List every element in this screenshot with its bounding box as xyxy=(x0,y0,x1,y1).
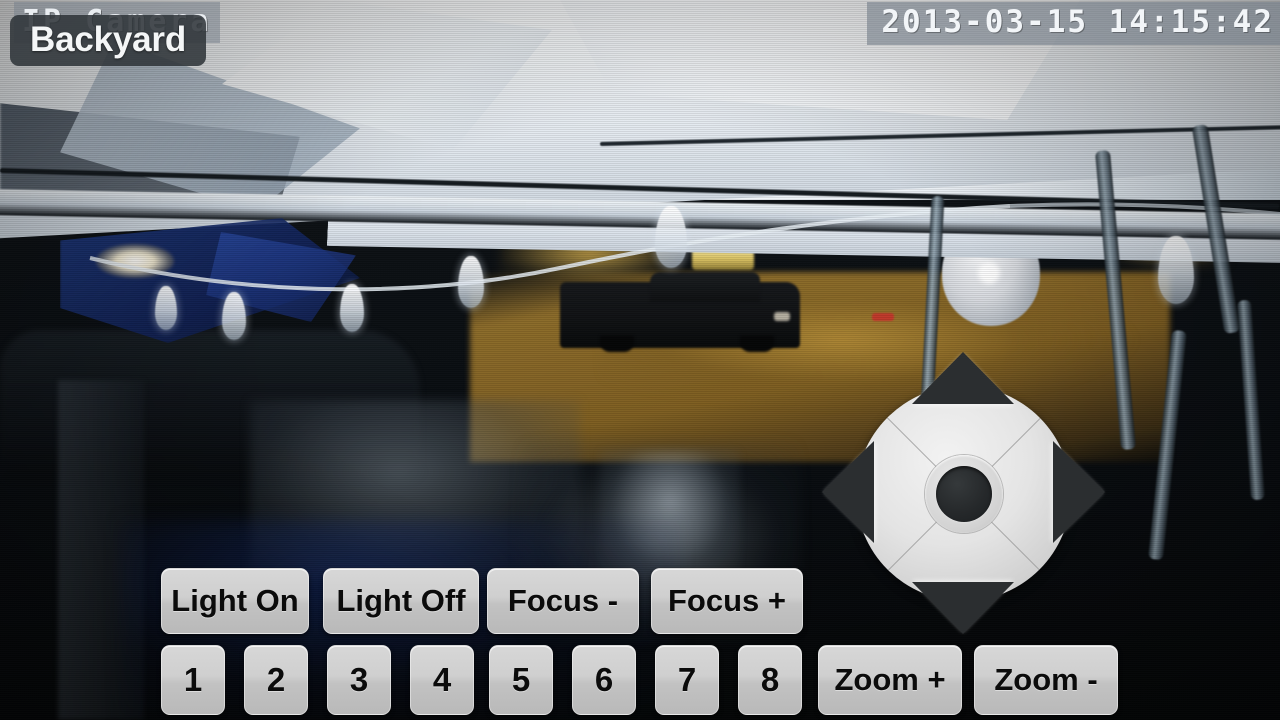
zoom-in-button[interactable]: Zoom + xyxy=(818,645,962,715)
preset-7-button[interactable]: 7 xyxy=(655,645,719,715)
preset-3-button[interactable]: 3 xyxy=(327,645,391,715)
zoom-out-button[interactable]: Zoom - xyxy=(974,645,1118,715)
osd-timestamp: 2013-03-15 14:15:42 xyxy=(867,2,1280,45)
ptz-home-button[interactable] xyxy=(936,466,992,522)
preset-8-button[interactable]: 8 xyxy=(738,645,802,715)
light-on-button[interactable]: Light On xyxy=(161,568,309,634)
preset-6-button[interactable]: 6 xyxy=(572,645,636,715)
ptz-up-arrow-icon[interactable] xyxy=(912,352,1014,404)
preset-1-button[interactable]: 1 xyxy=(161,645,225,715)
ptz-joystick[interactable] xyxy=(822,352,1105,634)
scene-light-bulb xyxy=(1158,236,1194,304)
light-off-button[interactable]: Light Off xyxy=(323,568,479,634)
scene-truck-cab xyxy=(650,272,760,302)
scene-light-bulb xyxy=(655,206,687,268)
preset-5-button[interactable]: 5 xyxy=(489,645,553,715)
ptz-down-arrow-icon[interactable] xyxy=(912,582,1014,634)
scene-light-bulb xyxy=(458,256,484,308)
scene-lamp-glow xyxy=(96,244,174,278)
scene-truck-light xyxy=(774,312,790,321)
ip-camera-viewer: IP Camera 2013-03-15 14:15:42 Backyard L… xyxy=(0,0,1280,720)
scene-truck-wheel-rear xyxy=(600,336,634,352)
scene-tank-highlight xyxy=(978,262,1000,284)
preset-4-button[interactable]: 4 xyxy=(410,645,474,715)
focus-plus-button[interactable]: Focus + xyxy=(651,568,803,634)
ptz-left-arrow-icon[interactable] xyxy=(822,441,874,543)
focus-minus-button[interactable]: Focus - xyxy=(487,568,639,634)
preset-2-button[interactable]: 2 xyxy=(244,645,308,715)
scene-light-bulb xyxy=(155,286,177,330)
scene-red-light xyxy=(872,313,894,321)
camera-title-chip[interactable]: Backyard xyxy=(10,15,207,66)
scene-light-bulb xyxy=(340,284,364,332)
scene-truck-wheel-front xyxy=(740,336,774,352)
ptz-right-arrow-icon[interactable] xyxy=(1053,441,1105,543)
scene-light-bulb xyxy=(222,292,246,340)
